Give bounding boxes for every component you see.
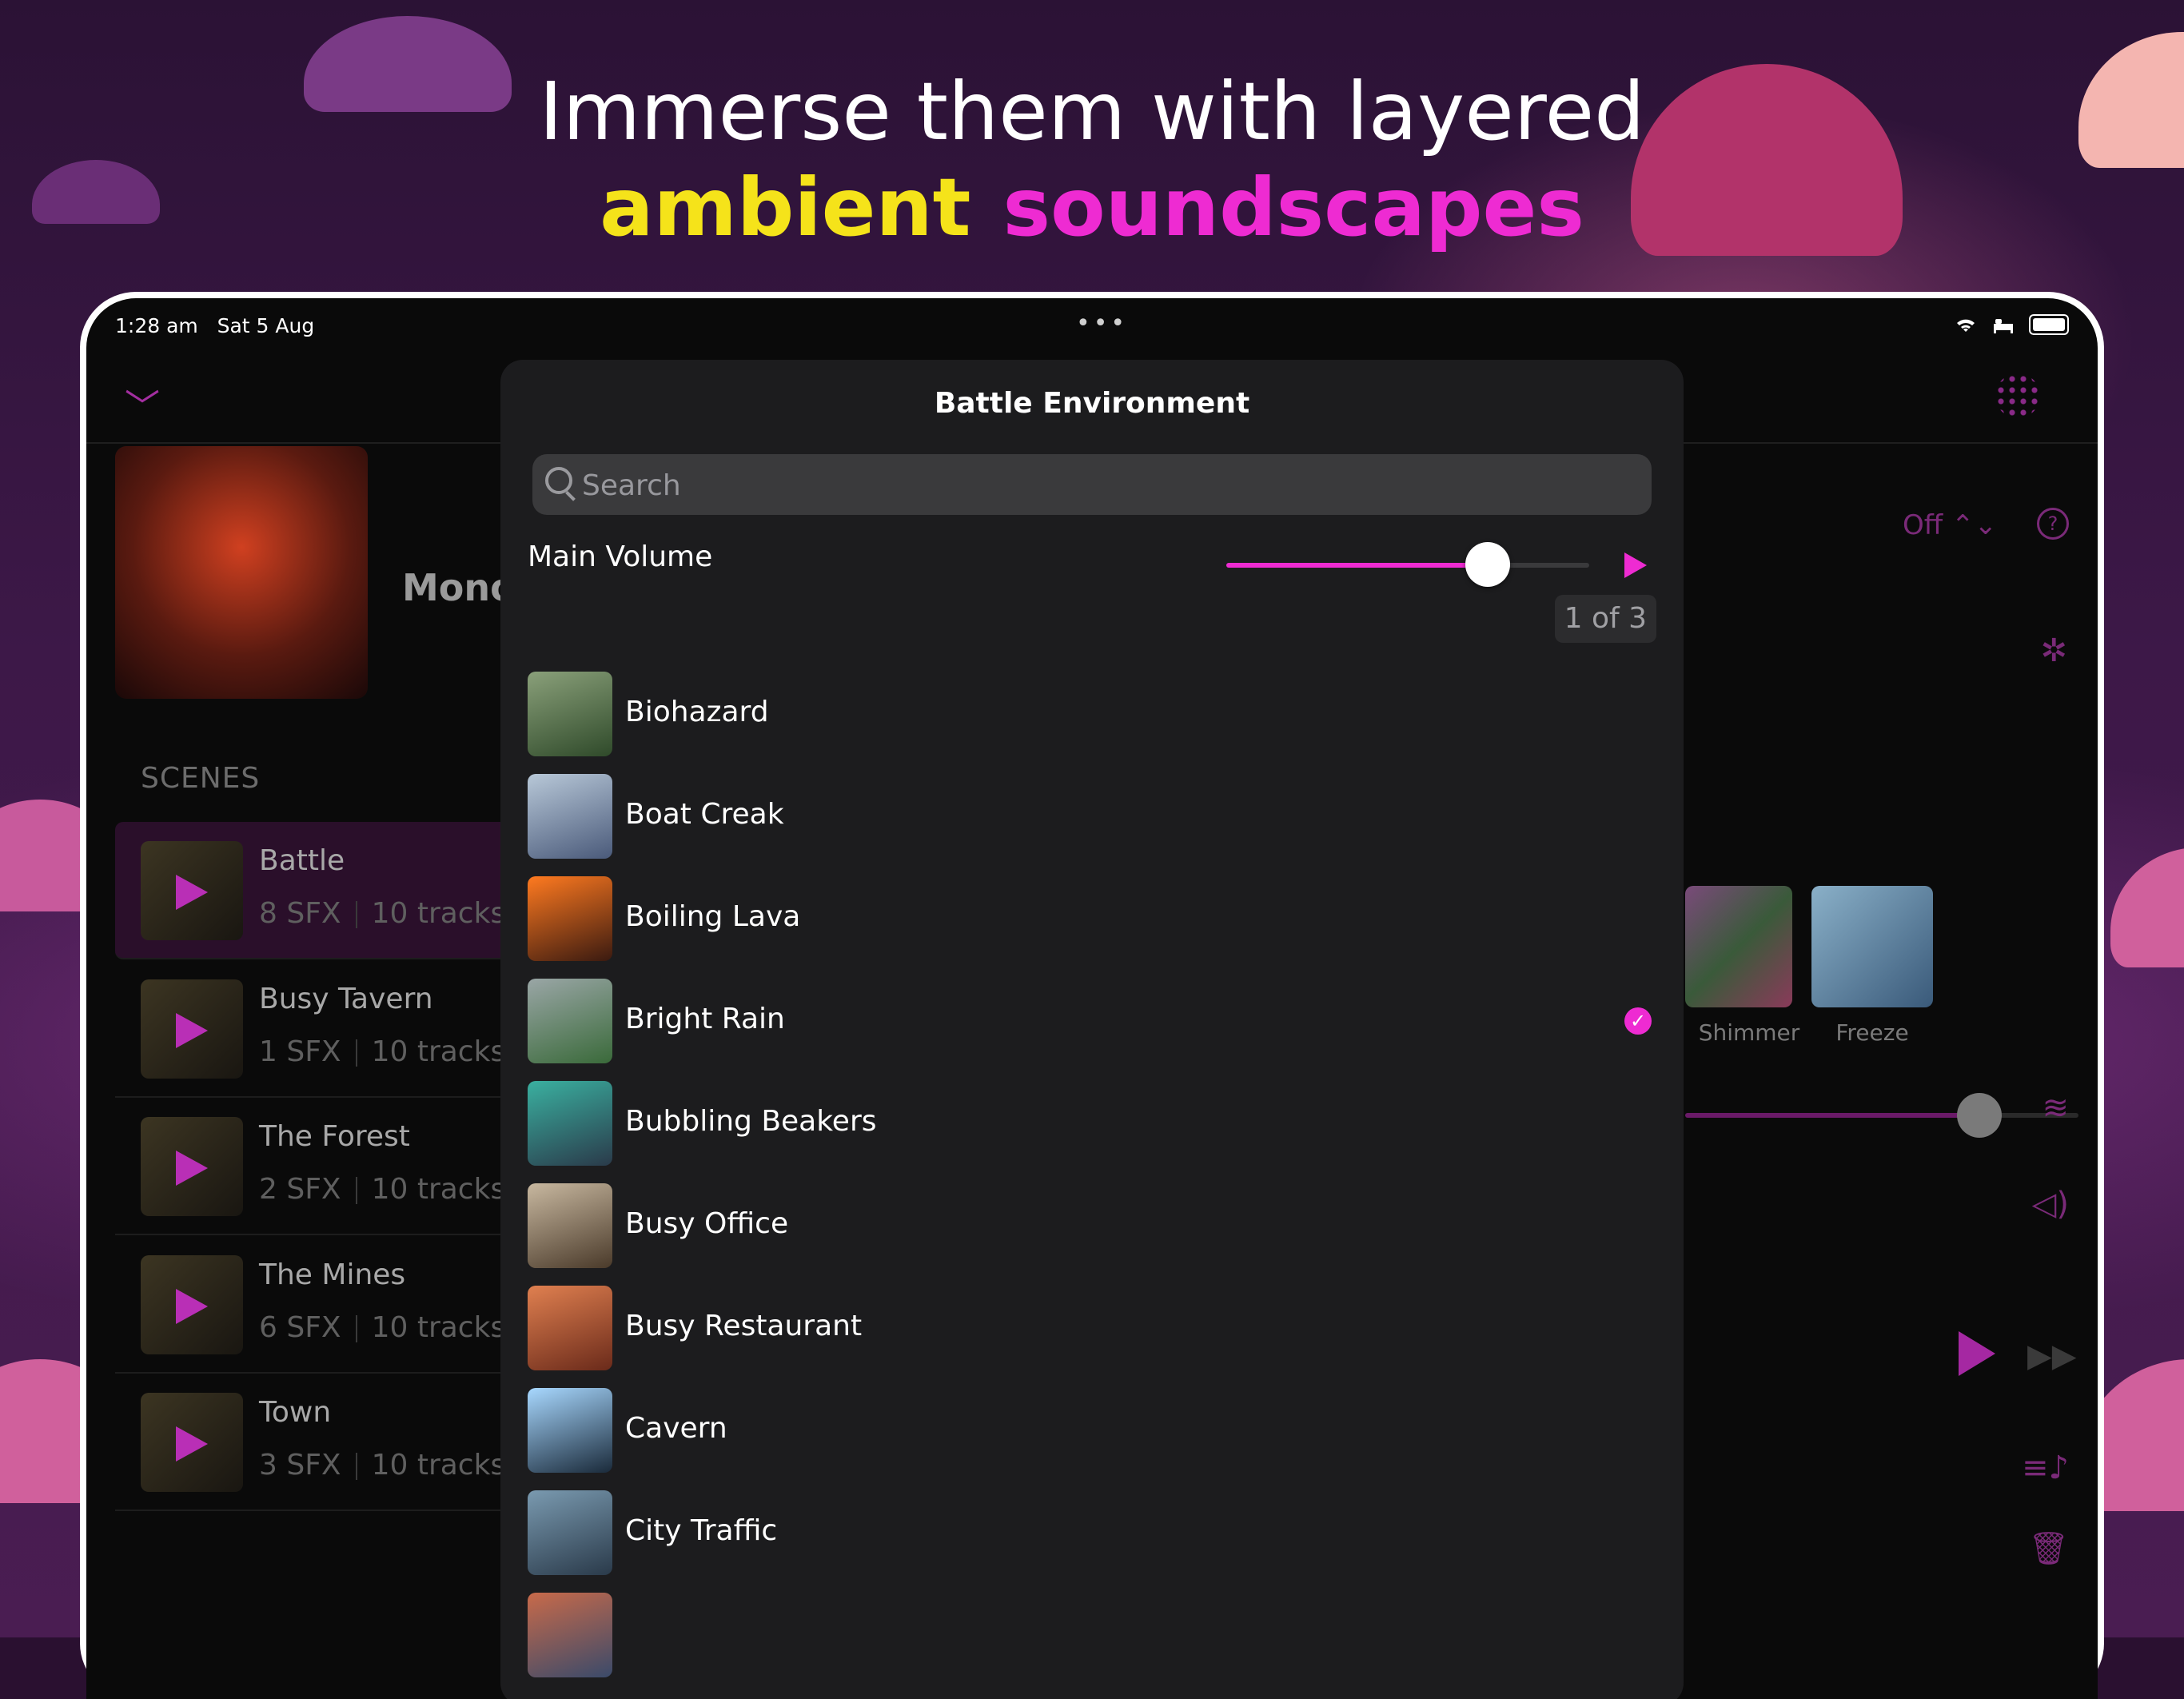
scene-name: Battle bbox=[259, 844, 345, 877]
environment-name: City Traffic bbox=[625, 1514, 778, 1547]
environment-item[interactable]: Bubbling Beakers bbox=[528, 1071, 1684, 1174]
environment-thumbnail bbox=[528, 672, 612, 756]
scene-name: The Mines bbox=[259, 1258, 406, 1291]
waves-icon[interactable]: ≋ bbox=[2042, 1090, 2069, 1127]
environment-thumbnail bbox=[528, 774, 612, 859]
scenes-header: SCENES bbox=[141, 762, 261, 795]
main-play-icon[interactable] bbox=[1959, 1331, 1995, 1376]
effect-volume-fill bbox=[1685, 1113, 1989, 1118]
play-icon[interactable] bbox=[176, 1289, 208, 1324]
marketing-headline: Immerse them with layered ambient soundsc… bbox=[0, 64, 2184, 256]
environment-thumbnail bbox=[528, 1490, 612, 1575]
environment-item[interactable]: Boat Creak bbox=[528, 764, 1684, 867]
main-volume-slider[interactable] bbox=[1226, 542, 1589, 587]
preview-play-icon[interactable] bbox=[1624, 552, 1647, 578]
scene-meta: 6 SFX 10 tracks bbox=[259, 1311, 506, 1344]
environment-item[interactable] bbox=[528, 1583, 1684, 1685]
environment-thumbnail bbox=[528, 979, 612, 1063]
headline-word-soundscapes: soundscapes bbox=[1002, 161, 1584, 254]
scene-meta: 8 SFX 10 tracks bbox=[259, 897, 506, 930]
scene-meta: 1 SFX 10 tracks bbox=[259, 1035, 506, 1068]
headline-line-1: Immerse them with layered bbox=[539, 65, 1645, 158]
effect-label: Shimmer bbox=[1698, 1019, 1800, 1046]
off-selector[interactable]: Off ⌃⌄ bbox=[1903, 509, 1997, 541]
search-field[interactable] bbox=[532, 454, 1652, 516]
effect-tile-shimmer[interactable] bbox=[1685, 886, 1792, 1007]
environment-thumbnail bbox=[528, 876, 612, 961]
environment-name: Bubbling Beakers bbox=[625, 1105, 877, 1138]
search-icon bbox=[545, 467, 572, 494]
headline-line-2: ambient soundscapes bbox=[0, 160, 2184, 256]
environment-thumbnail bbox=[528, 1593, 612, 1677]
headline-word-ambient: ambient bbox=[600, 161, 971, 254]
environment-item[interactable]: City Traffic bbox=[528, 1481, 1684, 1583]
environment-name: Boiling Lava bbox=[625, 900, 801, 933]
sheet-title: Battle Environment bbox=[934, 387, 1250, 420]
environment-item[interactable]: Busy Restaurant bbox=[528, 1276, 1684, 1378]
effects-settings-icon[interactable]: ✲ bbox=[2040, 632, 2067, 669]
scene-meta: 2 SFX 10 tracks bbox=[259, 1173, 506, 1206]
chevron-down-icon[interactable]: ﹀ bbox=[125, 378, 160, 429]
environment-thumbnail bbox=[528, 1081, 612, 1166]
environment-name: Bright Rain bbox=[625, 1003, 785, 1035]
environment-item[interactable]: Boiling Lava bbox=[528, 867, 1684, 969]
scene-name: The Forest bbox=[259, 1120, 410, 1153]
effect-tile-freeze[interactable] bbox=[1811, 886, 1933, 1007]
environment-item[interactable]: Bright Rain ✓ bbox=[528, 969, 1684, 1071]
effect-label: Freeze bbox=[1835, 1019, 1909, 1046]
main-volume-knob[interactable] bbox=[1465, 542, 1510, 587]
play-icon[interactable] bbox=[176, 1426, 208, 1462]
checkmark-icon: ✓ bbox=[1624, 1007, 1652, 1035]
ipad-frame: 1:28 am Sat 5 Aug ••• ﹀ Mono SCENES Batt… bbox=[80, 292, 2104, 1699]
fast-forward-icon[interactable]: ▶▶ bbox=[2027, 1338, 2077, 1374]
environment-item[interactable]: Busy Office bbox=[528, 1174, 1684, 1276]
environment-item[interactable]: Biohazard bbox=[528, 662, 1684, 764]
campaign-title: Mono bbox=[402, 566, 516, 609]
environment-name: Busy Office bbox=[625, 1207, 789, 1240]
environment-thumbnail bbox=[528, 1388, 612, 1473]
environment-thumbnail bbox=[528, 1286, 612, 1370]
trash-icon[interactable]: 🗑 bbox=[2028, 1529, 2069, 1567]
play-icon[interactable] bbox=[176, 875, 208, 910]
play-icon[interactable] bbox=[176, 1151, 208, 1186]
main-volume-label: Main Volume bbox=[528, 540, 713, 573]
environment-name: Boat Creak bbox=[625, 798, 784, 831]
dot-grid-icon[interactable] bbox=[1995, 373, 2040, 418]
effect-volume-knob[interactable] bbox=[1957, 1093, 2002, 1138]
main-volume-fill bbox=[1226, 563, 1488, 568]
environment-name: Busy Restaurant bbox=[625, 1310, 863, 1342]
help-icon[interactable]: ? bbox=[2037, 508, 2069, 540]
environment-picker-sheet: Battle Environment Main Volume 1 of 3 Bi… bbox=[500, 360, 1684, 1699]
scene-name: Town bbox=[259, 1396, 332, 1429]
campaign-cover-art[interactable] bbox=[115, 446, 368, 699]
environment-item[interactable]: Cavern bbox=[528, 1378, 1684, 1481]
scene-name: Busy Tavern bbox=[259, 983, 433, 1015]
scene-meta: 3 SFX 10 tracks bbox=[259, 1449, 506, 1482]
play-icon[interactable] bbox=[176, 1013, 208, 1048]
speaker-icon[interactable]: ◁) bbox=[2032, 1186, 2069, 1222]
ipad-screen: 1:28 am Sat 5 Aug ••• ﹀ Mono SCENES Batt… bbox=[86, 298, 2098, 1699]
playlist-icon[interactable]: ≡♪ bbox=[2022, 1450, 2069, 1486]
page-indicator: 1 of 3 bbox=[1554, 595, 1656, 643]
environment-name: Cavern bbox=[625, 1412, 727, 1445]
environment-name: Biohazard bbox=[625, 696, 769, 728]
environment-thumbnail bbox=[528, 1183, 612, 1268]
mushroom-cap bbox=[2110, 848, 2184, 967]
search-input[interactable] bbox=[580, 454, 1623, 516]
